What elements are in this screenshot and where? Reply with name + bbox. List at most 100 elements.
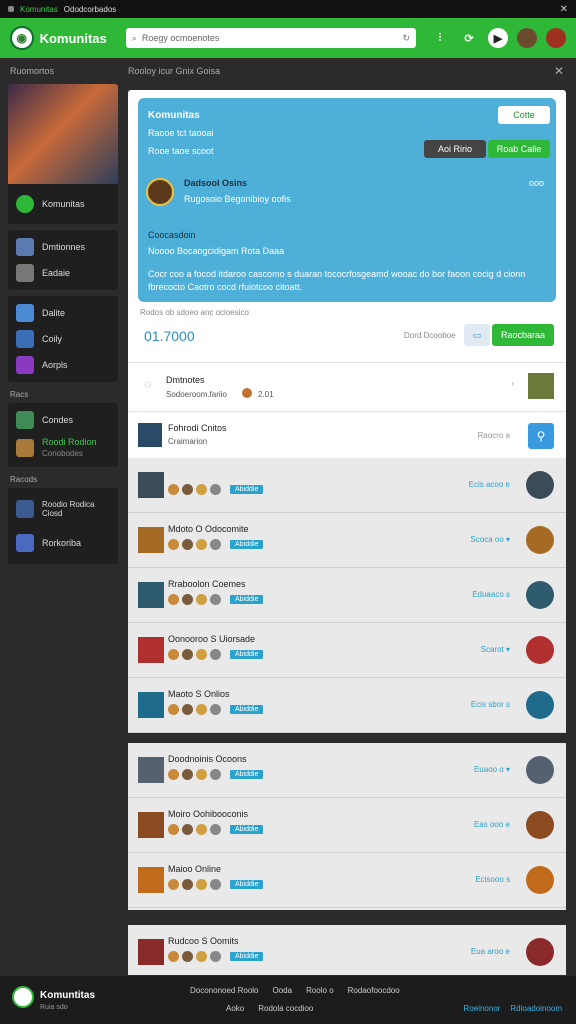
member-stat: Eduaaco s <box>472 590 510 599</box>
badge-icon <box>182 951 193 962</box>
footer-link[interactable]: Docononoed Roolo <box>190 986 259 995</box>
member-row[interactable]: Oonooroo S Uiorsade Abiddie Scarot ▾ <box>128 623 566 678</box>
group-avatar <box>16 439 34 457</box>
footer-link[interactable]: Rodaofoocdoo <box>348 986 400 995</box>
info-title: Dmtnotes <box>166 375 205 385</box>
member-badges: Abiddie <box>168 879 264 890</box>
sidebar-profile-card[interactable]: Komunitas <box>8 84 118 224</box>
more-icon[interactable]: › <box>511 379 514 388</box>
sidebar-item[interactable]: Aorpls <box>8 352 118 378</box>
member-row[interactable]: Abiddie Ecis acoo e <box>128 458 566 513</box>
close-window-icon[interactable]: ✕ <box>560 4 568 15</box>
refresh-icon[interactable]: ↻ <box>402 33 410 44</box>
member-avatar[interactable] <box>138 582 164 608</box>
member-name: Moiro Oohibooconis <box>168 809 249 819</box>
badge-icon <box>210 484 221 495</box>
member-avatar[interactable] <box>138 757 164 783</box>
member-profile-avatar[interactable] <box>526 581 554 609</box>
sidebar-item-label: Aorpls <box>42 360 68 370</box>
sidebar-item[interactable]: Rorkoriba <box>8 526 118 560</box>
member-name: Doodnoinis Ocoons <box>168 754 247 764</box>
search-input[interactable]: ⌕ Roegy ocmoenotes ↻ <box>125 28 416 48</box>
info-avatar[interactable] <box>528 373 554 399</box>
stats-caption: Rodos ob sdoeo anc ocioesico <box>140 308 249 317</box>
member-badges: Abiddie <box>168 594 264 605</box>
member-profile-avatar[interactable] <box>526 471 554 499</box>
link-icon[interactable]: ⚲ <box>528 423 554 449</box>
footer-link[interactable]: Rodola cocdioo <box>258 1004 313 1013</box>
member-row[interactable]: Rudcoo S Oomits Abiddie Eua aroo e <box>128 925 566 975</box>
user-avatar[interactable] <box>517 28 537 48</box>
sidebar-item[interactable]: Condes <box>8 407 118 433</box>
komunitas-logo-icon[interactable] <box>12 986 34 1008</box>
member-profile-avatar[interactable] <box>526 811 554 839</box>
footer-link[interactable]: Ooda <box>273 986 293 995</box>
card-note-title: Coocasdoin <box>148 230 196 240</box>
sidebar-item[interactable]: Dalite <box>8 300 118 326</box>
footer-link[interactable]: Rdioadoinoom <box>510 1004 562 1013</box>
profile-banner-image <box>8 84 118 184</box>
member-avatar[interactable] <box>138 812 164 838</box>
member-row[interactable]: Maioo Online Abiddie Ecisooo s <box>128 853 566 908</box>
sidebar-item[interactable]: Coily <box>8 326 118 352</box>
member-profile-avatar[interactable] <box>526 526 554 554</box>
member-avatar[interactable] <box>138 939 164 965</box>
footer-link[interactable]: Roeinonor <box>463 1004 500 1013</box>
member-tag: Abiddie <box>230 540 264 549</box>
info-stat: Raocro a <box>477 431 510 440</box>
sidebar-item[interactable]: Roodi Rodion Conobodes <box>8 433 118 463</box>
member-row[interactable]: Maoto S Onlios Abiddie Ecis sbor s <box>128 678 566 733</box>
badge-icon <box>210 704 221 715</box>
group-avatar <box>16 500 34 518</box>
member-avatar[interactable] <box>138 527 164 553</box>
member-tag: Abiddie <box>230 770 264 779</box>
info-avatar[interactable] <box>138 423 162 447</box>
footer: Komuntitas Ruia sdo Docononoed Roolo Ood… <box>0 976 576 1024</box>
sync-icon[interactable]: ⟳ <box>459 28 479 48</box>
close-icon[interactable]: ✕ <box>554 64 564 78</box>
member-avatar[interactable] <box>138 867 164 893</box>
footer-link[interactable]: Aoko <box>226 1004 244 1013</box>
member-avatar[interactable] <box>138 637 164 663</box>
member-avatar[interactable] <box>138 472 164 498</box>
badge-icon <box>196 539 207 550</box>
stats-label: Dord Dcooboe <box>404 331 456 340</box>
sidebar-item[interactable]: Eadaie <box>8 260 118 286</box>
member-row[interactable]: Rraboolon Coemes Abiddie Eduaaco s <box>128 568 566 623</box>
owner-avatar[interactable] <box>146 178 174 206</box>
badge-icon <box>182 824 193 835</box>
follow-button[interactable]: Cotte <box>498 106 550 124</box>
member-row[interactable]: Moiro Oohibooconis Abiddie Eas ooo e <box>128 798 566 853</box>
secondary-button[interactable]: Aoi Ririo <box>424 140 486 158</box>
member-profile-avatar[interactable] <box>526 938 554 966</box>
info-sub: Craimarion <box>168 437 208 446</box>
member-avatar[interactable] <box>138 692 164 718</box>
badge-icon <box>196 649 207 660</box>
badge-icon <box>168 951 179 962</box>
badge-icon <box>168 594 179 605</box>
member-tag: Abiddie <box>230 825 264 834</box>
card-description: Cocr coo a focod itdaroo cascomo s duara… <box>148 269 526 293</box>
member-profile-avatar[interactable] <box>526 756 554 784</box>
member-row[interactable]: Doodnoinis Ocoons Abiddie Euaoo o ▾ <box>128 743 566 798</box>
footer-link[interactable]: Roolo o <box>306 986 334 995</box>
member-profile-avatar[interactable] <box>526 636 554 664</box>
member-profile-avatar[interactable] <box>526 691 554 719</box>
sidebar-item[interactable]: Dmtionnes <box>8 234 118 260</box>
play-icon[interactable]: ▶ <box>488 28 508 48</box>
join-button[interactable]: Roab Calie <box>488 140 550 158</box>
member-name: Maoto S Onlios <box>168 689 230 699</box>
profile-avatar[interactable] <box>546 28 566 48</box>
sidebar-item-label: Roodio Rodica Ciosd <box>42 500 95 518</box>
window-titlebar: Komunitas Ododcorbados ✕ <box>0 0 576 18</box>
action-button[interactable]: Raocbaraa <box>492 324 554 346</box>
member-badges: Abiddie <box>168 484 264 495</box>
member-row[interactable]: Mdoto O Odocomite Abiddie Scoca oo ▾ <box>128 513 566 568</box>
member-profile-avatar[interactable] <box>526 866 554 894</box>
komunitas-logo-icon[interactable]: ◉ <box>10 26 34 50</box>
screen-icon[interactable]: ▭ <box>464 324 490 346</box>
sidebar-item[interactable]: Roodio Rodica Ciosd <box>8 492 118 526</box>
more-icon[interactable]: ooo <box>529 178 544 188</box>
member-badges: Abiddie <box>168 769 264 780</box>
stats-icon[interactable]: ⫶ <box>430 28 450 48</box>
